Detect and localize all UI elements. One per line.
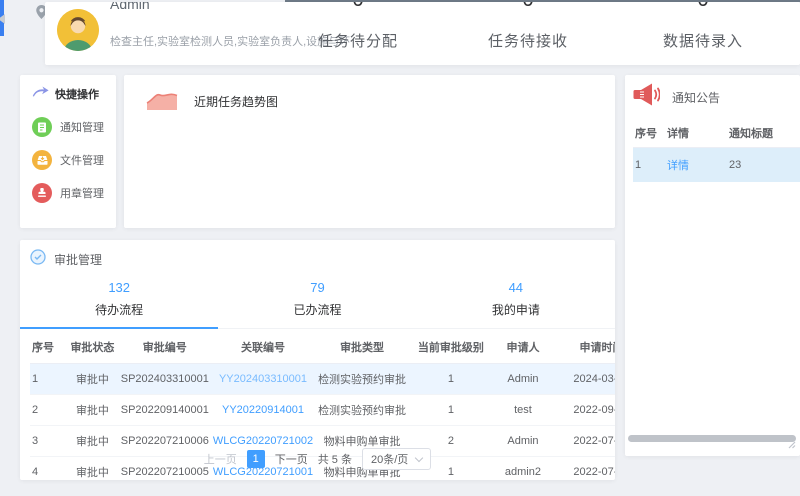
file-inbox-icon [32,150,52,170]
related-no-link[interactable]: WLCG20220721002 [213,435,313,447]
stat-tasks-to-receive: 0 任务待接收 [448,2,608,51]
approval-tabs: 132 待办流程 79 已办流程 44 我的申请 [20,276,615,329]
approval-header-row: 序号 审批状态 审批编号 关联编号 审批类型 当前审批级别 申请人 申请时间 [30,331,615,364]
quick-op-file-management[interactable]: 文件管理 [32,150,116,170]
approval-title: 审批管理 [54,251,102,268]
page-size-select[interactable]: 20条/页 [362,448,431,470]
quick-operations-card: 快捷操作 通知管理 文件管理 用章管理 [20,75,116,228]
column-header: 审批状态 [66,331,119,364]
cell-level: 1 [409,395,493,426]
seal-stamp-icon [32,183,52,203]
quick-op-seal-management[interactable]: 用章管理 [32,183,116,203]
quick-op-notice-management[interactable]: 通知管理 [32,117,116,137]
stat-data-to-enter: 0 数据待录入 [623,2,783,51]
notices-table: 序号 详情 通知标题 1 详情 23 [633,119,800,182]
stat-label: 任务待分配 [278,30,438,51]
stat-label: 数据待录入 [623,30,783,51]
next-page-button[interactable]: 下一页 [275,451,308,467]
quick-operations-title: 快捷操作 [55,86,99,102]
total-count-label: 共 5 条 [318,451,352,467]
quick-operations-header: 快捷操作 [32,85,116,103]
tab-count: 44 [417,280,615,295]
approval-badge-icon [30,249,46,270]
notice-detail-link[interactable]: 详情 [667,160,689,172]
cell-applicant: Admin [493,364,553,395]
resize-grip-icon[interactable] [786,436,796,454]
page-number-button[interactable]: 1 [247,450,265,468]
username: Admin [110,2,150,12]
related-no-link[interactable]: YY20220914001 [222,404,304,416]
stat-value: 0 [623,2,783,10]
tab-label: 待办流程 [20,301,218,318]
tab-my-applications[interactable]: 44 我的申请 [417,276,615,328]
area-chart-icon [144,85,180,117]
related-no-link[interactable]: YY202403310001 [219,373,307,385]
avatar [57,9,99,51]
cell-date: 2024-03-31 [553,364,615,395]
column-header: 审批类型 [315,331,409,364]
cell-status: 审批中 [66,364,119,395]
column-header: 序号 [633,119,665,148]
quick-arrow-icon [32,85,49,103]
column-header: 序号 [30,331,66,364]
column-header: 详情 [665,119,727,148]
column-header: 审批编号 [119,331,211,364]
column-header: 申请时间 [553,331,615,364]
cell-no: 1 [30,364,66,395]
approval-card: 审批管理 132 待办流程 79 已办流程 44 我的申请 序号 审批状态 [20,240,615,480]
notices-header-row: 序号 详情 通知标题 [633,119,800,148]
prev-page-button[interactable]: 上一页 [204,451,237,467]
page-size-value: 20条/页 [371,451,408,467]
stat-value: 0 [448,2,608,10]
column-header: 当前审批级别 [409,331,493,364]
quick-op-label: 文件管理 [60,152,104,168]
cell-approval-no: SP202209140001 [119,395,211,426]
cell-no: 2 [30,395,66,426]
tab-label: 已办流程 [218,301,416,318]
cell-approval-no: SP202403310001 [119,364,211,395]
table-row[interactable]: 2 审批中 SP202209140001 YY20220914001 检测实验预… [30,395,615,426]
notice-doc-icon [32,117,52,137]
user-summary-card: Admin 检查主任,实验室检测人员,实验室负责人,设施与环 0 任务待分配 0… [45,2,800,65]
cell-date: 2022-09-14 [553,395,615,426]
cell-type: 检测实验预约审批 [315,395,409,426]
stat-tasks-to-assign: 0 任务待分配 [278,2,438,51]
megaphone-icon [633,83,660,111]
notice-no: 1 [633,148,665,183]
tab-todo-processes[interactable]: 132 待办流程 [20,276,218,329]
tab-count: 79 [218,280,416,295]
cell-level: 1 [409,364,493,395]
stat-value: 0 [278,2,438,10]
cell-status: 审批中 [66,395,119,426]
column-header: 关联编号 [211,331,315,364]
tab-label: 我的申请 [417,301,615,318]
notices-card: 通知公告 序号 详情 通知标题 1 详情 23 [625,75,800,456]
notice-title-cell: 23 [727,148,800,183]
task-trend-card: 近期任务趋势图 [124,75,615,228]
cell-applicant: test [493,395,553,426]
column-header: 通知标题 [727,119,800,148]
pagination: 上一页 1 下一页 共 5 条 20条/页 [20,448,615,470]
quick-op-label: 通知管理 [60,119,104,135]
tab-done-processes[interactable]: 79 已办流程 [218,276,416,328]
cell-type: 检测实验预约审批 [315,364,409,395]
tab-count: 132 [20,280,218,295]
notice-row[interactable]: 1 详情 23 [633,148,800,183]
collapse-sidebar-icon[interactable] [0,14,5,24]
trend-chart-title: 近期任务趋势图 [194,93,278,110]
stat-label: 任务待接收 [448,30,608,51]
quick-op-label: 用章管理 [60,185,104,201]
chevron-down-icon [415,453,423,461]
notices-title: 通知公告 [672,89,720,106]
table-row[interactable]: 1 审批中 SP202403310001 YY202403310001 检测实验… [30,364,615,395]
column-header: 申请人 [493,331,553,364]
horizontal-scrollbar[interactable] [628,435,796,442]
